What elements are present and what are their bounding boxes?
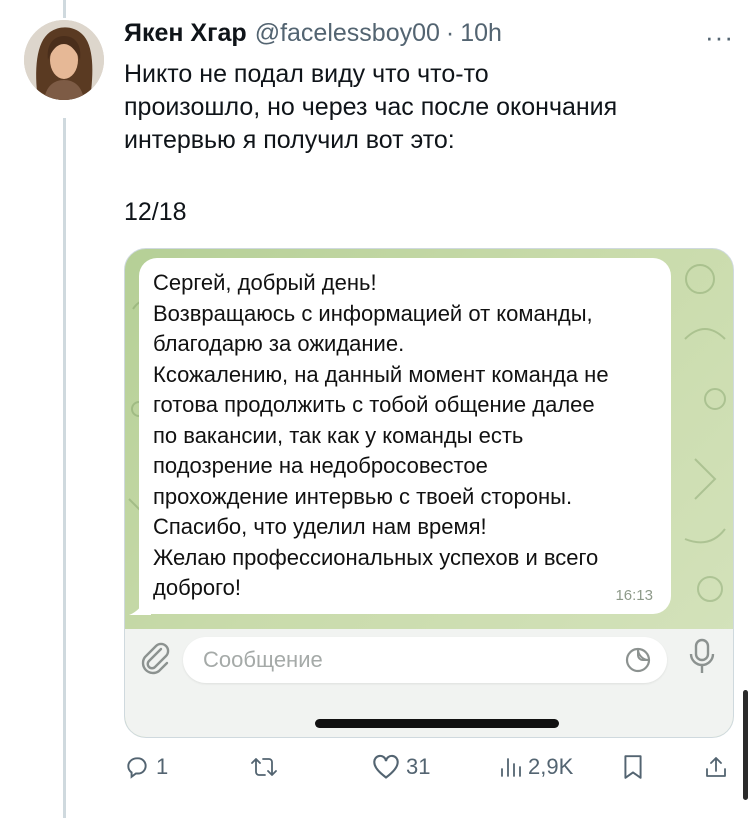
author-handle[interactable]: @facelessboy00 <box>255 19 440 48</box>
avatar[interactable] <box>24 20 104 100</box>
tweet-time[interactable]: 10h <box>460 19 502 48</box>
views-count: 2,9K <box>528 754 574 779</box>
message-line: Ксожалению, на данный момент команда не <box>153 361 609 387</box>
views-button[interactable]: 2,9K <box>498 754 573 780</box>
share-icon <box>706 757 726 777</box>
message-line: Сергей, добрый день! <box>153 270 377 295</box>
message-line: Желаю профессиональных успехов и всего <box>153 544 599 570</box>
like-count: 31 <box>406 754 431 779</box>
message-line: Возвращаюсь с информацией от команды, <box>153 300 593 326</box>
mic-icon <box>689 638 715 673</box>
reply-button[interactable]: 1 <box>124 754 168 780</box>
like-button[interactable]: 31 <box>372 754 430 780</box>
message-line: подозрение на недобросовестое <box>153 453 488 478</box>
message-line: готова продолжить с тобой общение далее <box>153 392 595 417</box>
attach-icon <box>141 642 170 675</box>
repost-button[interactable] <box>250 754 284 780</box>
scrollbar[interactable] <box>743 690 748 800</box>
author-name[interactable]: Якен Хгар <box>124 19 247 48</box>
thread-line-top <box>63 0 66 18</box>
message-bubble: Сергей, добрый день! Возвращаюсь с инфор… <box>139 258 671 614</box>
chat-input-panel: Сообщение <box>125 629 733 737</box>
tweet-actions: 1 31 2,9K <box>124 754 740 788</box>
sticker-icon <box>625 647 651 673</box>
repost-icon <box>251 758 277 776</box>
tweet-text-line: Никто не подал виду что что-то <box>124 60 489 88</box>
bookmark-icon <box>624 755 642 779</box>
thread-line <box>63 118 66 818</box>
attached-screenshot[interactable]: Сергей, добрый день! Возвращаюсь с инфор… <box>124 248 734 738</box>
separator-dot: · <box>445 18 455 47</box>
message-time: 16:13 <box>615 587 653 604</box>
message-line: по вакансии, так как у команды есть <box>153 422 524 448</box>
message-line: благодарю за ожидание. <box>153 331 405 356</box>
tweet-text-line: произошло, но через час после окончания <box>124 93 618 121</box>
message-line: прохождение интервью с твоей стороны. <box>153 483 573 509</box>
message-input-placeholder: Сообщение <box>203 647 323 672</box>
views-icon <box>501 758 521 777</box>
share-button[interactable] <box>704 754 728 780</box>
reply-icon <box>127 757 147 779</box>
home-indicator <box>315 719 559 728</box>
bookmark-button[interactable] <box>622 754 644 780</box>
reply-count: 1 <box>156 754 169 779</box>
tweet-header: Якен Хгар @facelessboy00 · 10h <box>124 16 502 50</box>
like-icon <box>373 754 399 779</box>
thread-counter: 12/18 <box>124 198 187 226</box>
tweet-text: Никто не подал виду что что-то произошло… <box>124 58 724 157</box>
tweet-text-line: интервью я получил вот это: <box>124 126 455 154</box>
message-input: Сообщение <box>183 637 667 683</box>
message-line: доброго! <box>153 575 242 600</box>
more-options-icon[interactable]: ··· <box>705 22 734 53</box>
message-line: Спасибо, что уделил нам время! <box>153 514 487 539</box>
